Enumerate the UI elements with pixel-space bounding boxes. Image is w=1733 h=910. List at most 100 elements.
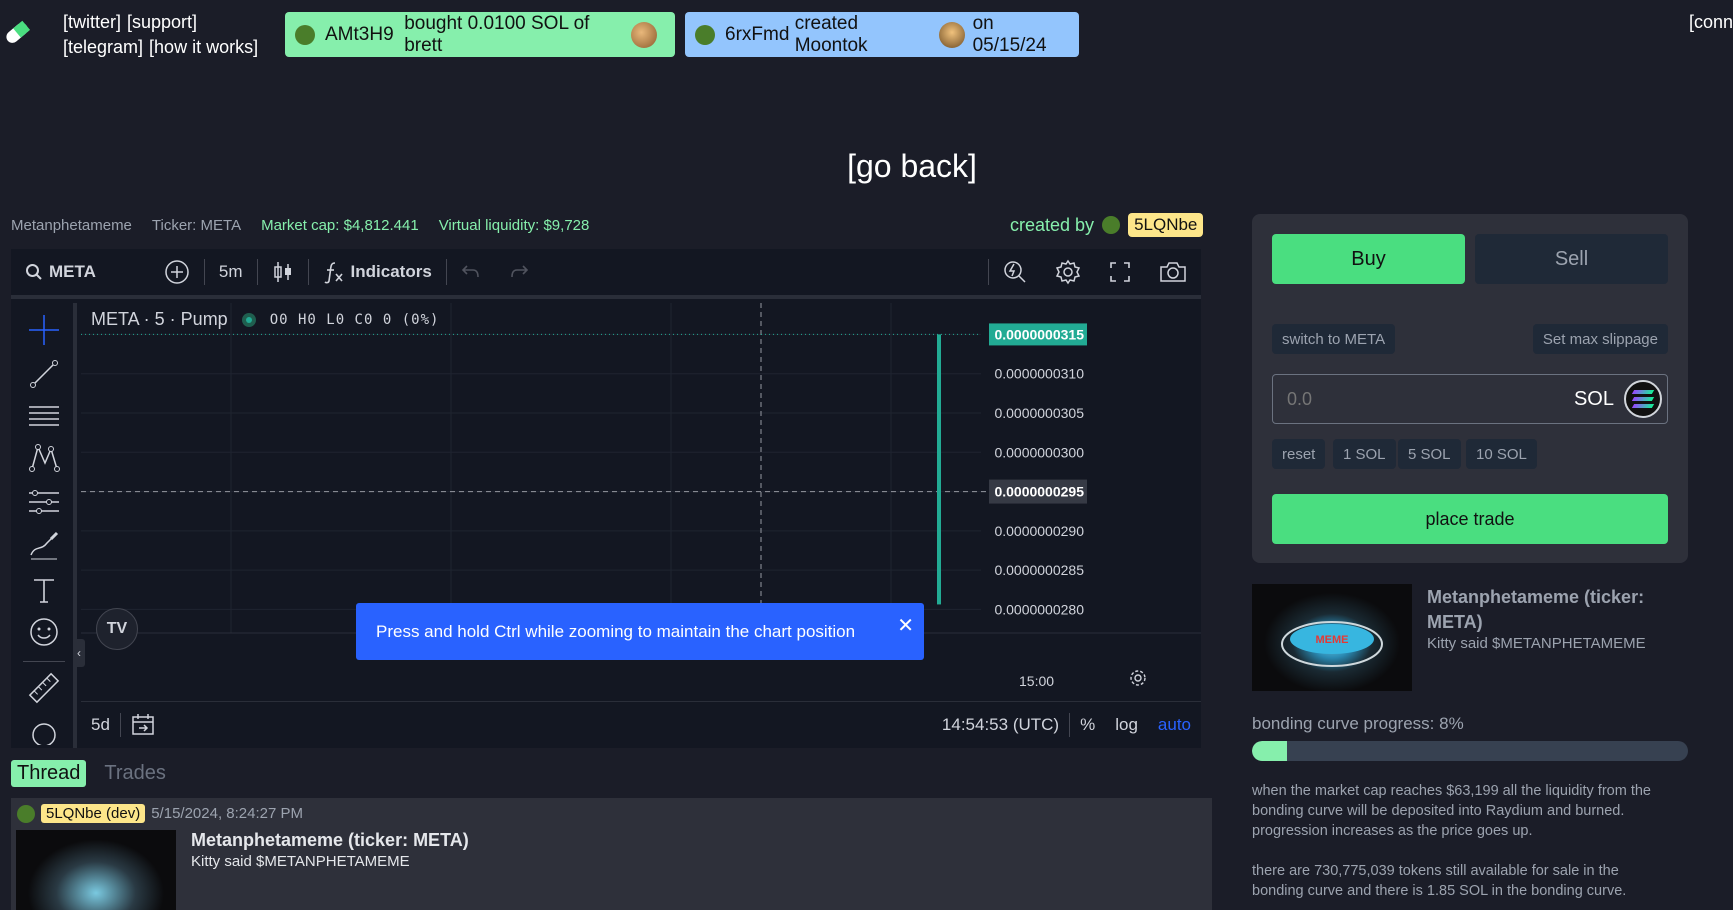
market-status-icon: [241, 312, 256, 327]
percent-scale-toggle[interactable]: %: [1070, 715, 1105, 735]
currency-label: SOL: [1573, 387, 1614, 410]
date-range-button[interactable]: [121, 713, 165, 737]
tradingview-logo[interactable]: TV: [96, 608, 138, 650]
place-trade-button[interactable]: place trade: [1272, 494, 1668, 544]
token-ticker: Ticker: META: [151, 217, 242, 234]
bonding-curve-progress-fill: [1252, 741, 1287, 761]
token-image-text: MEME: [1316, 634, 1349, 646]
ticker-date: on 05/15/24: [972, 12, 1047, 56]
bonding-curve-label: bonding curve progress: 8%: [1252, 714, 1464, 733]
one-sol-button[interactable]: 1 SOL: [1333, 439, 1396, 469]
frog-avatar-icon: [295, 24, 315, 45]
pattern-icon[interactable]: [27, 441, 61, 475]
frog-avatar-icon: [17, 804, 35, 823]
price-tick-label: 0.0000000305: [994, 405, 1084, 421]
fib-lines-icon[interactable]: [27, 399, 61, 433]
creator-link[interactable]: 5LQNbe: [1128, 213, 1204, 237]
auto-scale-toggle[interactable]: auto: [1148, 715, 1201, 735]
token-info-row: Metanphetameme Ticker: META Market cap: …: [11, 217, 589, 234]
divider: [23, 661, 65, 662]
calendar-icon: [132, 714, 154, 735]
zoom-icon[interactable]: [27, 717, 61, 745]
post-timestamp: 5/15/2024, 8:24:27 PM: [151, 805, 303, 822]
create-activity-ticker[interactable]: 6rxFmd created Moontok on 05/15/24: [685, 12, 1079, 57]
chart-type-button[interactable]: [258, 249, 308, 295]
frog-avatar-icon: [695, 24, 715, 45]
created-by-label: created by: [1010, 214, 1095, 235]
quick-search-button[interactable]: [989, 249, 1041, 295]
tab-trades[interactable]: Trades: [98, 760, 172, 787]
redo-button[interactable]: [495, 249, 543, 295]
header-links: [twitter] [support] [telegram] [how it wor…: [63, 10, 264, 60]
telegram-link[interactable]: [telegram]: [63, 37, 143, 57]
price-chart[interactable]: META 5m Indicators ‹ 0.0000000310 0.0000…: [11, 249, 1201, 748]
token-name: Metanphetameme: [11, 217, 132, 234]
brush-icon[interactable]: [27, 529, 61, 563]
created-by: created by 5LQNbe: [1010, 213, 1204, 237]
ticker-text: bought 0.0100 SOL of brett: [404, 12, 590, 56]
token-avatar: [631, 21, 657, 48]
price-tick-label: 0.0000000290: [994, 523, 1084, 539]
projection-icon[interactable]: [27, 485, 61, 519]
emoji-icon[interactable]: [27, 615, 61, 649]
compare-button[interactable]: [150, 249, 204, 295]
thread-post: 5LQNbe (dev) 5/15/2024, 8:24:27 PM Metan…: [11, 798, 1212, 910]
redo-icon: [510, 265, 528, 278]
five-sol-button[interactable]: 5 SOL: [1398, 439, 1461, 469]
how-it-works-link[interactable]: [how it works]: [149, 37, 258, 57]
max-slippage-button[interactable]: Set max slippage: [1532, 324, 1668, 354]
fullscreen-icon: [1110, 262, 1130, 282]
log-scale-toggle[interactable]: log: [1105, 715, 1148, 735]
fullscreen-button[interactable]: [1095, 249, 1145, 295]
crosshair-icon[interactable]: [27, 313, 61, 347]
amount-input[interactable]: [1273, 388, 1574, 410]
bonding-curve-info: when the market cap reaches $63,199 all …: [1252, 781, 1672, 910]
symbol-search[interactable]: META: [11, 249, 110, 295]
ten-sol-button[interactable]: 10 SOL: [1466, 439, 1537, 469]
close-icon[interactable]: ✕: [897, 613, 914, 638]
bonding-curve-info-1: when the market cap reaches $63,199 all …: [1252, 783, 1651, 839]
axis-settings-icon[interactable]: [1129, 669, 1147, 687]
post-description: Kitty said $METANPHETAMEME: [191, 853, 410, 870]
toast-text: Press and hold Ctrl while zooming to mai…: [376, 621, 856, 641]
legend-title: META · 5 · Pump: [91, 309, 228, 329]
screenshot-button[interactable]: [1145, 249, 1201, 295]
post-image: [16, 830, 176, 910]
range-button[interactable]: 5d: [81, 715, 120, 735]
switch-token-button[interactable]: switch to META: [1272, 324, 1396, 354]
time-axis-label: 15:00: [1019, 673, 1055, 689]
post-author[interactable]: 5LQNbe (dev): [41, 804, 146, 823]
market-cap: Market cap: $4,812.441: [261, 217, 419, 234]
pill-logo[interactable]: [2, 18, 32, 48]
chart-legend: META · 5 · Pump O0 H0 L0 C0 0 (0%): [91, 309, 439, 330]
twitter-link[interactable]: [twitter]: [63, 12, 121, 32]
settings-button[interactable]: [1041, 249, 1095, 295]
reset-amount-button[interactable]: reset: [1272, 439, 1326, 469]
sell-tab-button[interactable]: Sell: [1475, 234, 1668, 284]
indicators-button[interactable]: Indicators: [309, 249, 446, 295]
chart-toolbar: META 5m Indicators: [11, 249, 1201, 299]
gear-icon: [1055, 259, 1081, 285]
post-header: 5LQNbe (dev) 5/15/2024, 8:24:27 PM: [17, 804, 303, 823]
trend-line-icon[interactable]: [27, 357, 61, 391]
virtual-liquidity: Virtual liquidity: $9,728: [438, 217, 590, 234]
undo-icon: [461, 265, 479, 278]
buy-tab-button[interactable]: Buy: [1272, 234, 1465, 284]
undo-button[interactable]: [447, 249, 495, 295]
text-tool-icon[interactable]: [27, 573, 61, 607]
clock-display[interactable]: 14:54:53 (UTC): [932, 715, 1069, 735]
buy-activity-ticker[interactable]: AMt3H9 bought 0.0100 SOL of brett: [285, 12, 675, 57]
plus-circle-icon: [165, 260, 189, 284]
connect-wallet-link[interactable]: [conn: [1689, 12, 1733, 33]
thread-tabs: Thread Trades: [11, 760, 172, 787]
ruler-icon[interactable]: [27, 671, 61, 705]
toolbar-right: [988, 249, 1201, 295]
bottom-bar-right: 14:54:53 (UTC) % log auto: [932, 713, 1201, 737]
tab-thread[interactable]: Thread: [11, 760, 87, 787]
interval-button[interactable]: 5m: [205, 249, 257, 295]
go-back-link[interactable]: [go back]: [0, 148, 1733, 185]
chart-bottom-bar: 5d 14:54:53 (UTC) % log auto: [81, 701, 1201, 748]
ticker-user: 6rxFmd: [725, 23, 790, 45]
support-link[interactable]: [support]: [127, 12, 197, 32]
token-image: MEME: [1252, 584, 1412, 691]
